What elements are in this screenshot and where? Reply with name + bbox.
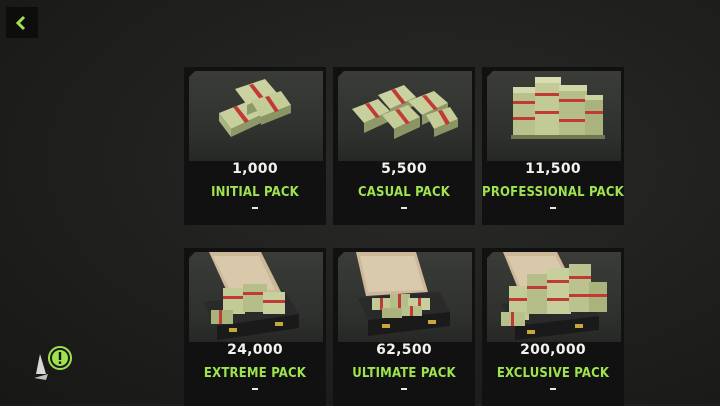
- cash-briefcase-icon: [203, 252, 299, 340]
- pack-status-dash: [252, 207, 258, 209]
- pack-art: [189, 71, 323, 161]
- cash-pile-icon: [511, 77, 605, 139]
- pack-art: [338, 252, 472, 342]
- pack-amount: 200,000: [520, 342, 586, 358]
- pack-name: PROFESSIONAL PACK: [482, 185, 624, 200]
- cash-briefcase-icon: [356, 252, 450, 336]
- pack-name: EXCLUSIVE PACK: [496, 366, 610, 381]
- pack-name: CASUAL PACK: [357, 185, 450, 200]
- cash-stacks-medium-icon: [352, 85, 458, 139]
- pack-name: INITIAL PACK: [211, 185, 299, 200]
- pack-art: [487, 252, 621, 342]
- hint-button[interactable]: [34, 344, 76, 380]
- pack-card-ultimate[interactable]: 62,500 ULTIMATE PACK: [333, 248, 475, 406]
- pack-name: ULTIMATE PACK: [352, 366, 456, 381]
- chevron-left-icon: [15, 15, 26, 30]
- pack-card-extreme[interactable]: 24,000 EXTREME PACK: [184, 248, 326, 406]
- pack-status-dash: [401, 388, 407, 390]
- cash-stacks-small-icon: [219, 79, 291, 137]
- pack-amount: 5,500: [381, 161, 427, 177]
- pack-art: [338, 71, 472, 161]
- pack-card-exclusive[interactable]: 200,000 EXCLUSIVE PACK: [482, 248, 624, 406]
- pack-art: [487, 71, 621, 161]
- alert-icon: [34, 346, 72, 380]
- pack-art: [189, 252, 323, 342]
- cash-briefcase-full-icon: [501, 252, 607, 340]
- pack-status-dash: [550, 388, 556, 390]
- pack-card-professional[interactable]: 11,500 PROFESSIONAL PACK: [482, 67, 624, 225]
- pack-amount: 11,500: [525, 161, 581, 177]
- pack-grid: 1,000 INITIAL PACK 5,500 CASUAL PACK 11,…: [184, 67, 624, 406]
- pack-status-dash: [401, 207, 407, 209]
- pack-name: EXTREME PACK: [203, 366, 307, 381]
- pack-amount: 24,000: [227, 342, 283, 358]
- pack-status-dash: [252, 388, 258, 390]
- back-button[interactable]: [6, 7, 38, 38]
- pack-amount: 1,000: [232, 161, 278, 177]
- pack-amount: 62,500: [376, 342, 432, 358]
- pack-card-casual[interactable]: 5,500 CASUAL PACK: [333, 67, 475, 225]
- pack-card-initial[interactable]: 1,000 INITIAL PACK: [184, 67, 326, 225]
- pack-status-dash: [550, 207, 556, 209]
